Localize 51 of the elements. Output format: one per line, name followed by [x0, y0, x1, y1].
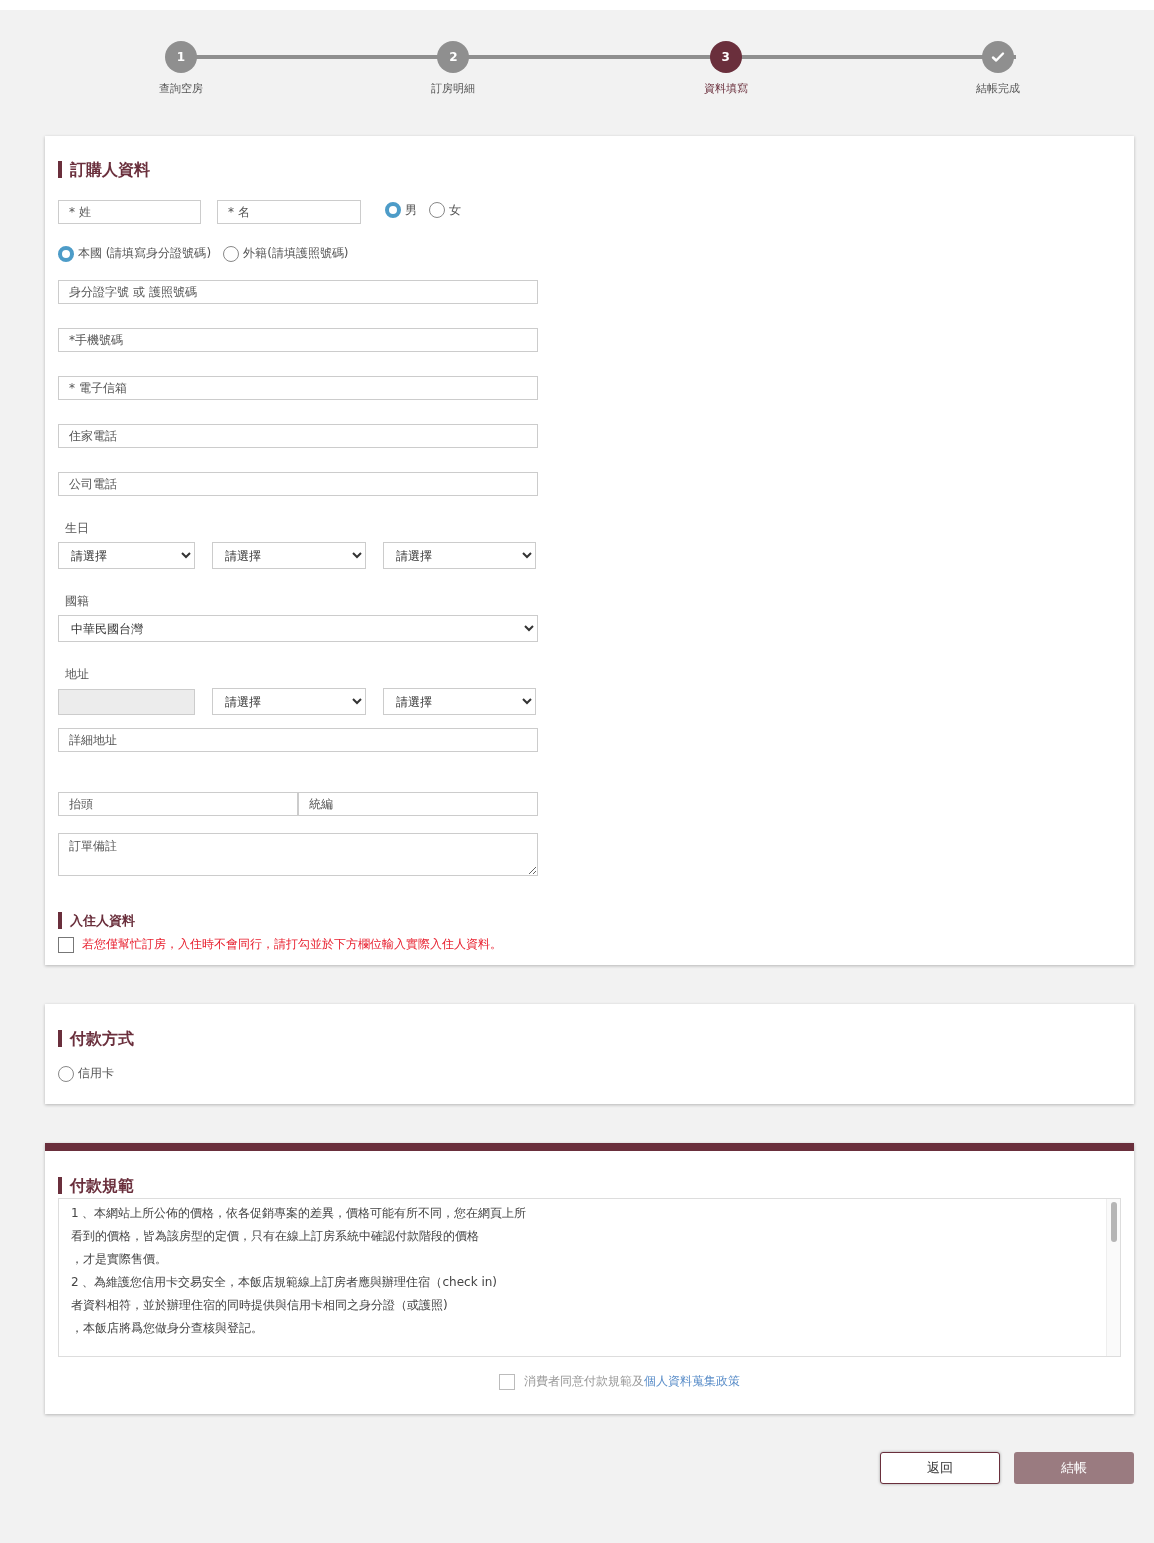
terms-text: 2 、為維護您信用卡交易安全，本飯店規範線上訂房者應與辦理住宿（check in) — [71, 1274, 499, 1291]
section-title: 付款方式 — [58, 1030, 1121, 1047]
input-field[interactable]: * 電子信箱 — [58, 376, 538, 400]
scrollbar[interactable] — [1106, 1199, 1120, 1356]
select-field[interactable]: 請選擇 — [58, 542, 195, 569]
input-field[interactable]: 詳細地址 — [58, 728, 538, 752]
input-field[interactable]: * 名 — [217, 200, 361, 224]
select-field[interactable]: 請選擇 — [212, 542, 366, 569]
step-number: 3 — [709, 41, 742, 73]
checkout-button[interactable]: 結帳 — [1014, 1452, 1134, 1484]
radio-option[interactable]: 本國 (請填寫身分證號碼) — [58, 245, 212, 262]
terms-text: ，本飯店將爲您做身分查核與登記。 — [71, 1320, 264, 1337]
input-field[interactable]: 抬頭 — [58, 792, 298, 816]
step-label: 結帳完成 — [976, 81, 1020, 96]
field-label: 生日 — [64, 520, 90, 537]
step-number: 2 — [437, 41, 470, 73]
terms-text: 者資料相符，並於辦理住宿的同時提供與信用卡相同之身分證（或護照) — [71, 1297, 449, 1314]
radio-option[interactable]: 外籍(請填護照號碼) — [223, 245, 349, 262]
terms-text: 看到的價格，皆為該房型的定價，只有在線上訂房系統中確認付款階段的價格 — [71, 1228, 480, 1245]
policy-link[interactable]: 個人資料蒐集政策 — [644, 1374, 740, 1388]
checkbox[interactable] — [499, 1373, 515, 1390]
field-label: 地址 — [64, 666, 90, 683]
section-title: 入住人資料 — [58, 912, 1121, 929]
input-field[interactable]: 統編 — [298, 792, 538, 816]
select-field[interactable]: 請選擇 — [212, 688, 366, 715]
step-label: 查詢空房 — [159, 81, 203, 96]
input-field[interactable]: * 姓 — [58, 200, 201, 224]
step-label: 資料填寫 — [703, 81, 748, 96]
radio-option[interactable]: 女 — [429, 201, 461, 219]
input-field[interactable]: *手機號碼 — [58, 328, 538, 352]
section-title: 付款規範 — [58, 1177, 1121, 1194]
section-title: 訂購人資料 — [58, 161, 1121, 178]
select-field[interactable]: 中華民國台灣 — [58, 615, 538, 642]
field-label: 國籍 — [64, 593, 90, 610]
step-label: 訂房明細 — [431, 81, 476, 96]
back-button[interactable]: 返回 — [880, 1452, 1000, 1484]
checkbox[interactable] — [58, 936, 74, 953]
notice-text: 若您僅幫忙訂房，入住時不會同行，請打勾並於下方欄位輸入實際入住人資料。 — [82, 936, 502, 953]
text-area[interactable]: 訂單備註 — [58, 833, 538, 876]
radio-option[interactable]: 信用卡 — [58, 1065, 114, 1082]
terms-text: 1 、本網站上所公佈的價格，依各促銷專案的差異，價格可能有所不同，您在網頁上所 — [71, 1205, 528, 1222]
select-field[interactable]: 請選擇 — [383, 542, 536, 569]
check-icon — [982, 41, 1014, 73]
consent-text: 消費者同意付款規範及個人資料蒐集政策 — [524, 1373, 740, 1390]
input-field[interactable]: 住家電話 — [58, 424, 538, 448]
select-field[interactable]: 請選擇 — [383, 688, 536, 715]
terms-text: ，才是實際售價。 — [71, 1251, 168, 1268]
input-field[interactable]: 身分證字號 或 護照號碼 — [58, 280, 538, 304]
radio-option[interactable]: 男 — [385, 201, 417, 219]
input-field[interactable]: 公司電話 — [58, 472, 538, 496]
step-number: 1 — [165, 41, 197, 73]
